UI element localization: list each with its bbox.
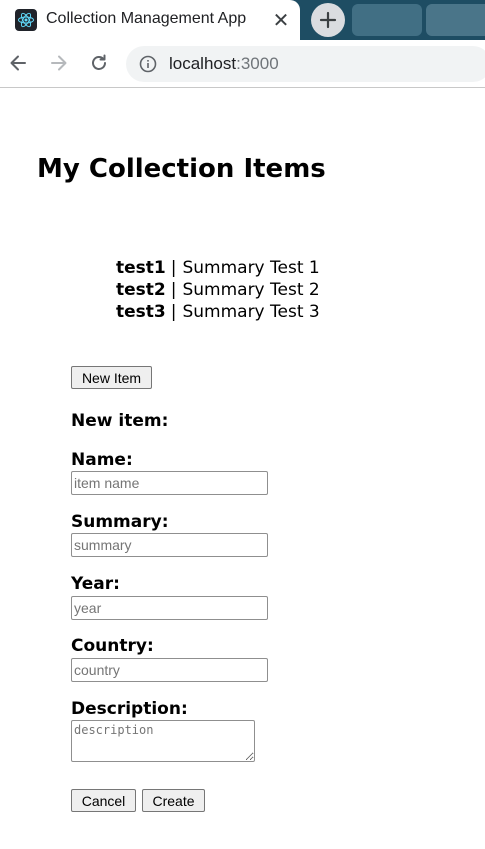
tab-strip: Collection Management App ✕ bbox=[0, 0, 485, 40]
separator: | bbox=[170, 258, 177, 278]
list-item: test3 | Summary Test 3 bbox=[116, 301, 320, 323]
item-summary: Summary Test 1 bbox=[182, 258, 320, 278]
info-icon[interactable] bbox=[138, 54, 158, 74]
address-bar[interactable]: localhost:3000 bbox=[126, 46, 485, 82]
item-summary: Summary Test 3 bbox=[182, 302, 320, 322]
page-title: My Collection Items bbox=[37, 154, 326, 184]
list-item: test1 | Summary Test 1 bbox=[116, 257, 320, 279]
item-name: test1 bbox=[116, 258, 166, 278]
item-name: test3 bbox=[116, 302, 166, 322]
browser-toolbar: localhost:3000 bbox=[0, 40, 485, 88]
close-icon[interactable]: ✕ bbox=[270, 9, 292, 31]
description-textarea[interactable] bbox=[71, 720, 255, 762]
separator: | bbox=[170, 302, 177, 322]
url-text[interactable]: localhost:3000 bbox=[169, 54, 279, 74]
forward-arrow-icon[interactable] bbox=[47, 51, 71, 75]
new-item-button[interactable]: New Item bbox=[71, 366, 152, 389]
year-input[interactable] bbox=[71, 596, 268, 620]
back-arrow-icon[interactable] bbox=[6, 51, 30, 75]
tab-title: Collection Management App bbox=[46, 10, 247, 27]
summary-input[interactable] bbox=[71, 533, 268, 557]
country-input[interactable] bbox=[71, 658, 268, 682]
summary-label: Summary: bbox=[71, 512, 169, 532]
item-name: test2 bbox=[116, 280, 166, 300]
react-favicon-icon bbox=[15, 9, 37, 31]
description-label: Description: bbox=[71, 699, 188, 719]
collection-list: test1 | Summary Test 1 test2 | Summary Test … bbox=[116, 257, 320, 323]
list-item: test2 | Summary Test 2 bbox=[116, 279, 320, 301]
separator: | bbox=[170, 280, 177, 300]
name-label: Name: bbox=[71, 450, 133, 470]
item-summary: Summary Test 2 bbox=[182, 280, 320, 300]
create-button[interactable]: Create bbox=[142, 789, 205, 812]
cancel-button[interactable]: Cancel bbox=[71, 789, 136, 812]
year-label: Year: bbox=[71, 574, 120, 594]
form-heading: New item: bbox=[71, 411, 169, 431]
new-tab-button[interactable] bbox=[311, 3, 345, 37]
country-label: Country: bbox=[71, 636, 154, 656]
reload-icon[interactable] bbox=[87, 51, 111, 75]
plus-icon bbox=[319, 11, 337, 29]
browser-tab[interactable]: Collection Management App ✕ bbox=[0, 0, 300, 40]
name-input[interactable] bbox=[71, 471, 268, 495]
